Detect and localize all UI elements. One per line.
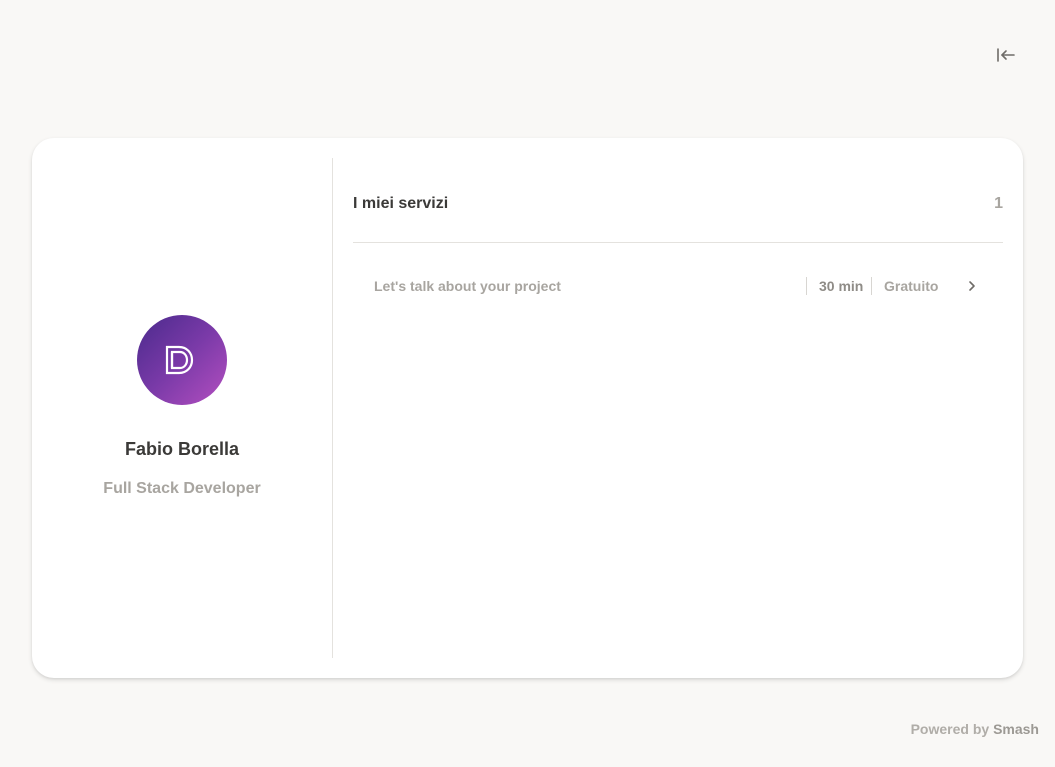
dd-logo-icon xyxy=(165,345,194,375)
service-separator xyxy=(871,277,872,295)
profile-panel: Fabio Borella Full Stack Developer xyxy=(32,138,332,678)
panel-divider xyxy=(332,158,333,658)
services-count: 1 xyxy=(994,195,1003,212)
profile-name: Fabio Borella xyxy=(124,439,240,459)
services-title: I miei servizi xyxy=(353,195,449,212)
service-item[interactable]: Let's talk about your project 30 min Gra… xyxy=(353,269,1003,303)
profile-role: Full Stack Developer xyxy=(103,480,261,497)
services-header: I miei servizi 1 xyxy=(353,195,1003,215)
avatar xyxy=(137,315,227,405)
collapse-sidebar-button[interactable] xyxy=(993,43,1019,67)
booking-card: Fabio Borella Full Stack Developer I mie… xyxy=(32,138,1023,678)
service-separator xyxy=(806,277,807,295)
service-name: Let's talk about your project xyxy=(374,278,561,294)
chevron-right-icon xyxy=(965,279,979,293)
services-divider xyxy=(353,242,1003,243)
powered-by: Powered by Smash xyxy=(911,721,1039,737)
service-duration: 30 min xyxy=(819,278,864,294)
collapse-left-icon xyxy=(997,48,1015,62)
brand-link[interactable]: Smash xyxy=(993,721,1039,737)
service-price: Gratuito xyxy=(884,278,939,294)
powered-by-label: Powered by xyxy=(910,721,990,737)
